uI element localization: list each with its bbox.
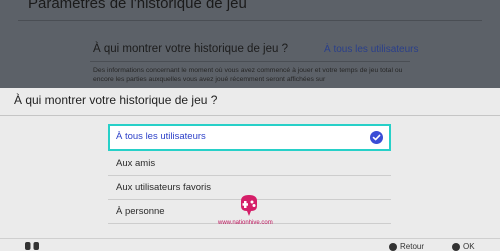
option-all-users[interactable]: À tous les utilisateurs	[108, 124, 391, 151]
background-screen: Paramètres de l'historique de jeu À qui …	[0, 0, 500, 88]
setting-question: À qui montrer votre historique de jeu ?	[93, 43, 288, 55]
setting-description: Des informations concernant le moment où…	[93, 67, 403, 83]
option-label: Aux utilisateurs favoris	[116, 182, 212, 193]
option-label: À tous les utilisateurs	[116, 131, 206, 142]
nationhive-logo-icon	[241, 195, 257, 216]
setting-divider	[90, 61, 410, 62]
option-friends[interactable]: Aux amis	[108, 152, 391, 176]
option-label: Aux amis	[116, 158, 156, 169]
page-title: Paramètres de l'historique de jeu	[28, 0, 247, 12]
checkmark-icon	[370, 131, 383, 144]
setting-current-value: À tous les utilisateurs	[324, 44, 419, 55]
option-label: À personne	[116, 206, 165, 217]
joycon-controller-icon	[25, 242, 39, 250]
modal-title: À qui montrer votre historique de jeu ?	[14, 93, 218, 107]
modal-title-divider	[0, 115, 500, 116]
title-divider	[18, 20, 482, 21]
watermark-text: www.nationhive.com	[218, 220, 273, 226]
footer-divider	[0, 238, 500, 239]
